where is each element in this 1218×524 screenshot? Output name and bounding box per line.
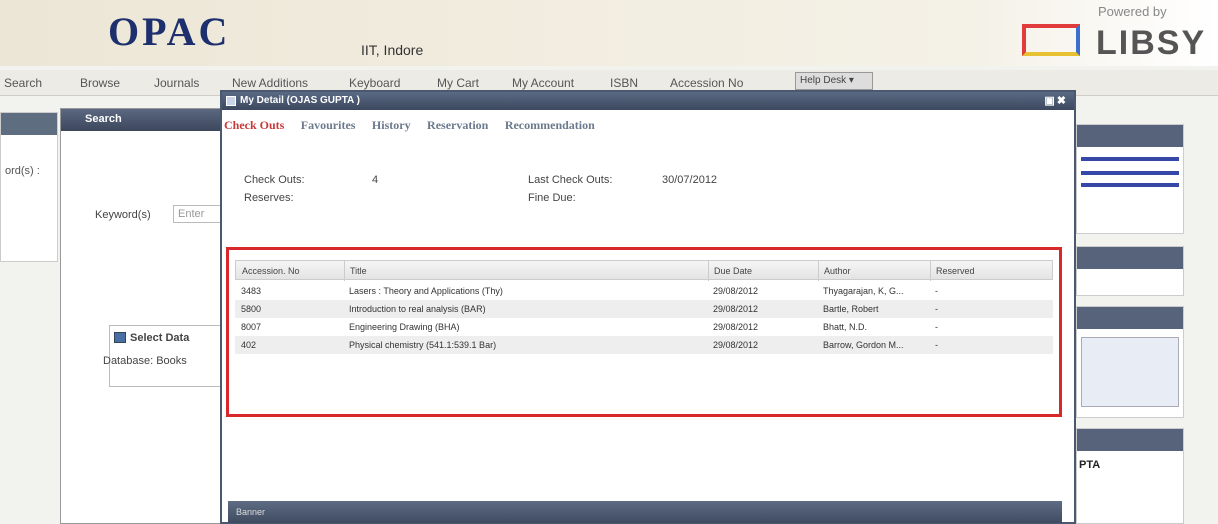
- database-select[interactable]: Database: Books: [103, 355, 187, 367]
- cell-author: Barrow, Gordon M...: [823, 340, 904, 350]
- cell-reserved: -: [935, 286, 938, 296]
- table-row[interactable]: 5800 Introduction to real analysis (BAR)…: [235, 300, 1053, 318]
- nav-isbn[interactable]: ISBN: [610, 76, 638, 90]
- cell-accession: 5800: [241, 304, 262, 314]
- col-reserved[interactable]: Reserved: [936, 266, 975, 276]
- last-checkout-value: 30/07/2012: [662, 174, 718, 186]
- cell-reserved: -: [935, 304, 938, 314]
- left-panel-title-bar: [1, 113, 57, 135]
- nav-browse[interactable]: Browse: [80, 76, 120, 90]
- cell-accession: 402: [241, 340, 257, 350]
- tab-history[interactable]: History: [372, 118, 411, 133]
- vendor-logo: LIBSY: [1000, 14, 1218, 66]
- help-desk-dropdown[interactable]: Help Desk ▾: [795, 72, 873, 90]
- col-accession[interactable]: Accession. No: [242, 266, 300, 276]
- keyword-label: Keyword(s): [95, 209, 151, 221]
- nav-accession-no[interactable]: Accession No: [670, 76, 743, 90]
- nav-my-cart[interactable]: My Cart: [437, 76, 479, 90]
- cell-author: Thyagarajan, K, G...: [823, 286, 904, 296]
- cell-title: Introduction to real analysis (BAR): [349, 304, 486, 314]
- fine-due-label: Fine Due:: [528, 192, 576, 204]
- table-row[interactable]: 402 Physical chemistry (541.1:539.1 Bar)…: [235, 336, 1053, 354]
- cell-reserved: -: [935, 340, 938, 350]
- column-divider: [708, 261, 709, 281]
- tab-reservation[interactable]: Reservation: [427, 118, 488, 133]
- vendor-logo-mark: [1022, 24, 1080, 56]
- table-row[interactable]: 8007 Engineering Drawing (BHA) 29/08/201…: [235, 318, 1053, 336]
- user-icon: [226, 96, 236, 106]
- right-panel-1: [1076, 124, 1184, 234]
- tab-recommendation[interactable]: Recommendation: [505, 118, 595, 133]
- right-panel-2-bar: [1077, 247, 1183, 269]
- table-row[interactable]: 3483 Lasers : Theory and Applications (T…: [235, 282, 1053, 300]
- column-divider: [930, 261, 931, 281]
- right-panel-4-user: PTA: [1079, 459, 1101, 471]
- right-panel-4-bar: [1077, 429, 1183, 451]
- reserves-label: Reserves:: [244, 192, 294, 204]
- col-title[interactable]: Title: [350, 266, 367, 276]
- dialog-title: My Detail (OJAS GUPTA ): [240, 95, 361, 106]
- checkouts-table: Accession. No Title Due Date Author Rese…: [235, 260, 1053, 370]
- cell-due-date: 29/08/2012: [713, 286, 759, 296]
- cell-author: Bhatt, N.D.: [823, 322, 868, 332]
- database-icon: [114, 332, 126, 343]
- right-panel-3-thumbnail[interactable]: [1081, 337, 1179, 407]
- search-window: Search Keyword(s) Enter Select Data Data…: [60, 108, 239, 524]
- cell-title: Engineering Drawing (BHA): [349, 322, 460, 332]
- checkouts-label: Check Outs:: [244, 174, 305, 186]
- column-divider: [818, 261, 819, 281]
- checkouts-table-highlight: Accession. No Title Due Date Author Rese…: [226, 247, 1062, 417]
- window-controls[interactable]: ▣✖: [1044, 94, 1068, 107]
- left-panel-label: ord(s) :: [5, 165, 40, 177]
- cell-author: Bartle, Robert: [823, 304, 879, 314]
- right-panel-3-bar: [1077, 307, 1183, 329]
- column-divider: [344, 261, 345, 281]
- right-panel-1-line: [1081, 171, 1179, 175]
- left-side-panel: ord(s) :: [0, 112, 58, 262]
- cell-title: Physical chemistry (541.1:539.1 Bar): [349, 340, 497, 350]
- my-detail-dialog: My Detail (OJAS GUPTA ) ▣✖ Check Outs Fa…: [220, 90, 1076, 524]
- cell-due-date: 29/08/2012: [713, 340, 759, 350]
- dialog-footer: Banner: [228, 501, 1062, 523]
- col-due-date[interactable]: Due Date: [714, 266, 752, 276]
- dialog-title-bar[interactable]: My Detail (OJAS GUPTA ) ▣✖: [222, 92, 1074, 110]
- right-panel-3: [1076, 306, 1184, 418]
- cell-accession: 8007: [241, 322, 262, 332]
- tab-check-outs[interactable]: Check Outs: [224, 118, 284, 133]
- col-author[interactable]: Author: [824, 266, 851, 276]
- last-checkout-label: Last Check Outs:: [528, 174, 613, 186]
- nav-keyboard[interactable]: Keyboard: [349, 76, 400, 90]
- right-panel-2: [1076, 246, 1184, 296]
- search-window-title[interactable]: Search: [61, 109, 229, 131]
- brand-logo[interactable]: OPAC: [108, 8, 230, 55]
- nav-search[interactable]: Search: [4, 76, 42, 90]
- nav-journals[interactable]: Journals: [154, 76, 199, 90]
- checkouts-value: 4: [372, 174, 379, 186]
- right-panel-1-line: [1081, 157, 1179, 161]
- right-panel-1-line: [1081, 183, 1179, 187]
- cell-title: Lasers : Theory and Applications (Thy): [349, 286, 503, 296]
- detail-tabs: Check Outs Favourites History Reservatio…: [224, 116, 607, 134]
- cell-accession: 3483: [241, 286, 262, 296]
- select-database-title: Select Data: [130, 332, 190, 344]
- cell-reserved: -: [935, 322, 938, 332]
- institution-name: IIT, Indore: [361, 42, 424, 58]
- vendor-logo-text: LIBSY: [1096, 24, 1207, 62]
- cell-due-date: 29/08/2012: [713, 322, 759, 332]
- nav-my-account[interactable]: My Account: [512, 76, 574, 90]
- cell-due-date: 29/08/2012: [713, 304, 759, 314]
- tab-favourites[interactable]: Favourites: [301, 118, 356, 133]
- nav-new-additions[interactable]: New Additions: [232, 76, 308, 90]
- site-header: OPAC IIT, Indore Powered by LIBSY: [0, 0, 1218, 66]
- right-panel-1-bar: [1077, 125, 1183, 147]
- table-header: Accession. No Title Due Date Author Rese…: [235, 260, 1053, 281]
- right-panel-4: PTA: [1076, 428, 1184, 524]
